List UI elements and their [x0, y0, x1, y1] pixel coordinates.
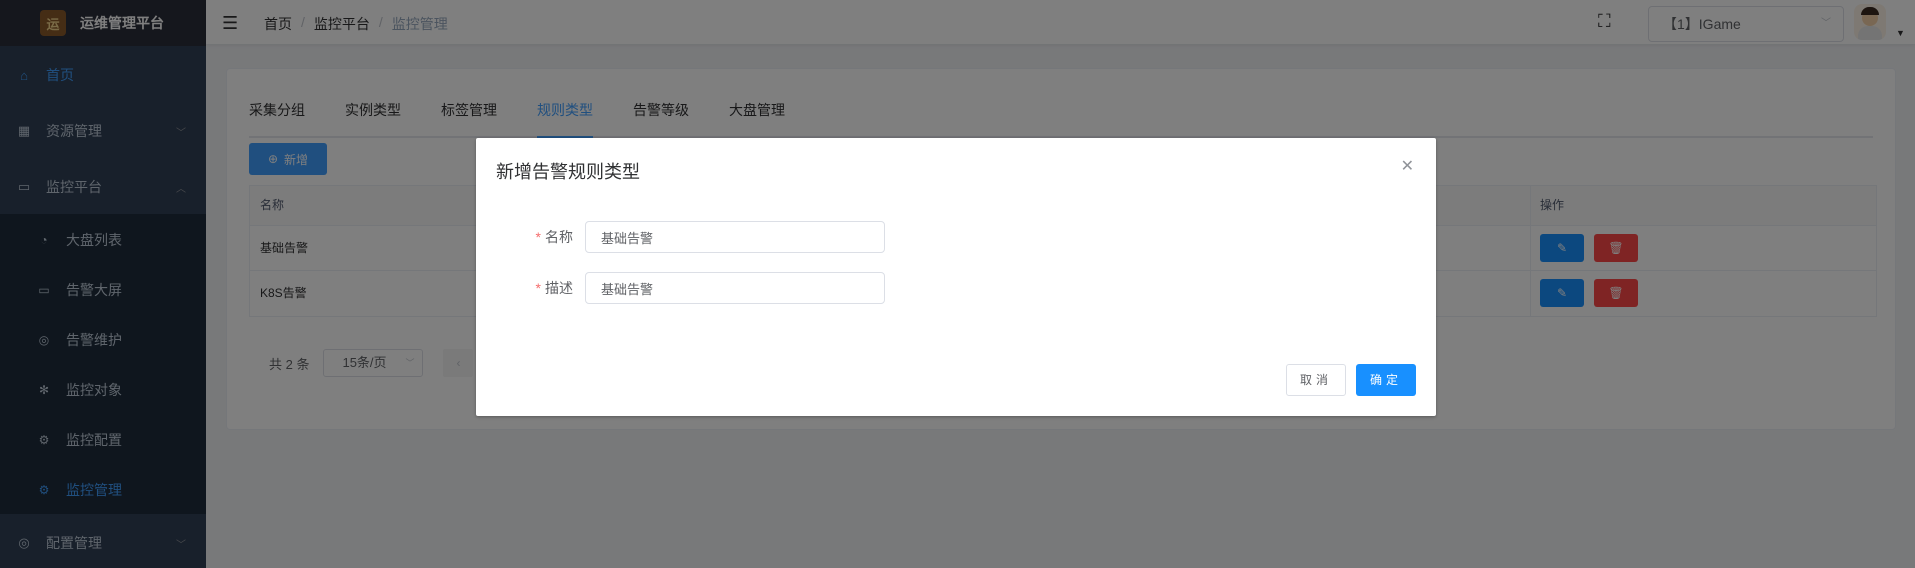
required-mark: * — [535, 280, 541, 296]
name-input[interactable] — [585, 221, 885, 253]
required-mark: * — [535, 229, 541, 245]
cancel-button[interactable]: 取消 — [1286, 364, 1346, 396]
description-label-text: 描述 — [545, 280, 573, 296]
close-icon[interactable]: ✕ — [1401, 156, 1414, 176]
dialog-title: 新增告警规则类型 — [496, 162, 640, 182]
description-input[interactable] — [585, 272, 885, 304]
add-rule-type-dialog: 新增告警规则类型 ✕ *名称 *描述 取消 确定 — [476, 138, 1436, 416]
name-label: * 名称 — [476, 227, 585, 247]
form-row-description: * 描述 — [476, 272, 885, 304]
confirm-button[interactable]: 确定 — [1356, 364, 1416, 396]
name-label-text: 名称 — [545, 229, 573, 245]
form-row-name: * 名称 — [476, 221, 885, 253]
description-label: * 描述 — [476, 278, 585, 298]
